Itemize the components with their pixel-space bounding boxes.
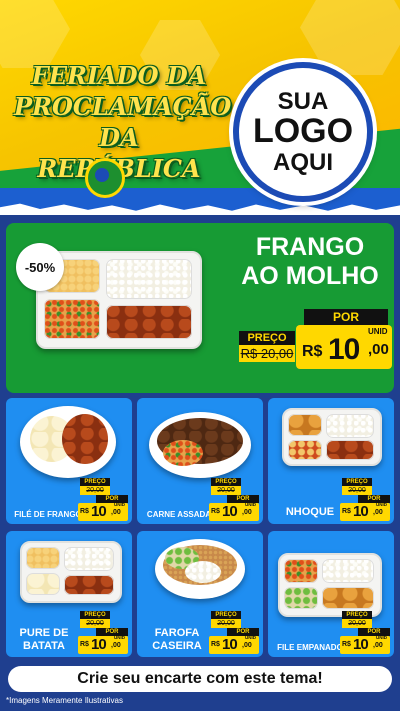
product-name: FILÉ DE FRANGO <box>14 510 82 519</box>
old-price: 20,00 <box>80 619 110 628</box>
featured-name-line: AO MOLHO <box>241 262 379 290</box>
price-integer: 10 <box>222 636 238 653</box>
preco-label: PREÇO <box>211 611 241 619</box>
price-cents: ,00 <box>373 642 383 649</box>
cta-banner[interactable]: Crie seu encarte com este tema! <box>8 666 392 692</box>
featured-product: -50% FRANGO AO MOLHO PREÇO R$ 20,00 POR … <box>6 223 394 393</box>
currency: R$ <box>80 641 89 648</box>
product-name-line: PURE DE <box>19 627 69 639</box>
title-line: FERIADO DA <box>31 61 207 90</box>
price-integer: 10 <box>328 333 360 366</box>
old-price: R$ 20,00 <box>239 345 295 362</box>
price-tag: PREÇO 20,00 POR R$ 10 UNID ,00 <box>209 611 259 654</box>
price-cents: ,00 <box>111 509 121 516</box>
hexagon-decoration <box>0 0 70 68</box>
currency: R$ <box>80 508 89 515</box>
flag-seal-icon <box>85 158 125 198</box>
price-cents: ,00 <box>242 642 252 649</box>
food-bowl-image <box>155 539 245 599</box>
header-banner: FERIADO DA PROCLAMAÇÃO DA REPÚBLICA SUA … <box>0 0 400 215</box>
preco-label: PREÇO <box>80 611 110 619</box>
price-integer: 10 <box>222 503 238 520</box>
featured-name-line: FRANGO <box>255 233 365 261</box>
product-card: FILE EMPANADO PREÇO 20,00 POR R$ 10 UNID… <box>268 531 394 657</box>
product-name: FILE EMPANADO <box>277 643 343 652</box>
product-card: CARNE ASSADA PREÇO 20,00 POR R$ 10 UNID … <box>137 398 263 524</box>
logo-text: LOGO <box>252 112 354 151</box>
price-cents: ,00 <box>242 509 252 516</box>
price-integer: 10 <box>91 636 107 653</box>
old-price: 20,00 <box>342 486 372 495</box>
old-price: 20,00 <box>342 619 372 628</box>
product-card: PURE DE BATATA PREÇO 20,00 POR R$ 10 UNI… <box>6 531 132 657</box>
product-name-line: CASEIRA <box>152 640 202 652</box>
old-price: 20,00 <box>211 619 241 628</box>
old-price: 20,00 <box>211 486 241 495</box>
old-price: 20,00 <box>80 486 110 495</box>
food-tray-image <box>278 553 382 617</box>
price-cents: ,00 <box>373 509 383 516</box>
flyer: FERIADO DA PROCLAMAÇÃO DA REPÚBLICA SUA … <box>0 0 400 711</box>
currency: R$ <box>302 343 323 360</box>
product-name: FAROFA CASEIRA <box>145 627 209 653</box>
price-tag: PREÇO 20,00 POR R$ 10 UNID ,00 <box>209 478 259 521</box>
currency: R$ <box>342 641 351 648</box>
unit-label: UNID <box>114 635 125 640</box>
unit-label: UNID <box>245 635 256 640</box>
price-integer: 10 <box>353 636 369 653</box>
product-name-line: FAROFA <box>154 627 200 639</box>
food-plate-image <box>20 406 116 478</box>
discount-badge: -50% <box>16 243 64 291</box>
unit-label: UNID <box>376 635 387 640</box>
logo-text: SUA <box>277 87 329 115</box>
product-card: FILÉ DE FRANGO PREÇO 20,00 POR R$ 10 UNI… <box>6 398 132 524</box>
preco-label: PREÇO <box>211 478 241 486</box>
product-card: FAROFA CASEIRA PREÇO 20,00 POR R$ 10 UNI… <box>137 531 263 657</box>
price-tag: PREÇO 20,00 POR R$ 10 UNID ,00 <box>340 611 390 654</box>
por-label: POR <box>304 309 388 325</box>
food-tray-image <box>20 541 122 603</box>
price-tag: PREÇO 20,00 POR R$ 10 UNID ,00 <box>340 478 390 521</box>
currency: R$ <box>342 508 351 515</box>
product-name-line: BATATA <box>23 640 65 652</box>
unit-label: UNID <box>245 502 256 507</box>
unit-label: UNID <box>114 502 125 507</box>
price-integer: 10 <box>353 503 369 520</box>
price-integer: 10 <box>91 503 107 520</box>
product-name: PURE DE BATATA <box>12 627 76 653</box>
unit-label: UNID <box>376 502 387 507</box>
product-name: CARNE ASSADA <box>146 510 212 519</box>
preco-label: PREÇO <box>80 478 110 486</box>
food-tray-image <box>282 408 382 466</box>
price-tag: UNID R$ 10 ,00 <box>296 325 392 369</box>
preco-label: PREÇO <box>342 611 372 619</box>
preco-label: PREÇO <box>239 331 295 345</box>
featured-name: FRANGO AO MOLHO <box>226 233 394 291</box>
product-name: NHOQUE <box>285 506 335 518</box>
price-cents: ,00 <box>111 642 121 649</box>
logo-placeholder: SUA LOGO AQUI <box>233 62 373 202</box>
currency: R$ <box>211 641 220 648</box>
footnote: *Imagens Meramente Ilustrativas <box>6 696 123 705</box>
price-cents: ,00 <box>368 341 389 358</box>
food-bowl-image <box>149 412 251 478</box>
price-tag: PREÇO 20,00 POR R$ 10 UNID ,00 <box>78 611 128 654</box>
currency: R$ <box>211 508 220 515</box>
preco-label: PREÇO <box>342 478 372 486</box>
unit-label: UNID <box>368 327 388 336</box>
product-card: NHOQUE PREÇO 20,00 POR R$ 10 UNID ,00 <box>268 398 394 524</box>
price-tag: PREÇO 20,00 POR R$ 10 UNID ,00 <box>78 478 128 521</box>
title-line: PROCLAMAÇÃO <box>14 92 232 121</box>
logo-text: AQUI <box>273 148 333 176</box>
